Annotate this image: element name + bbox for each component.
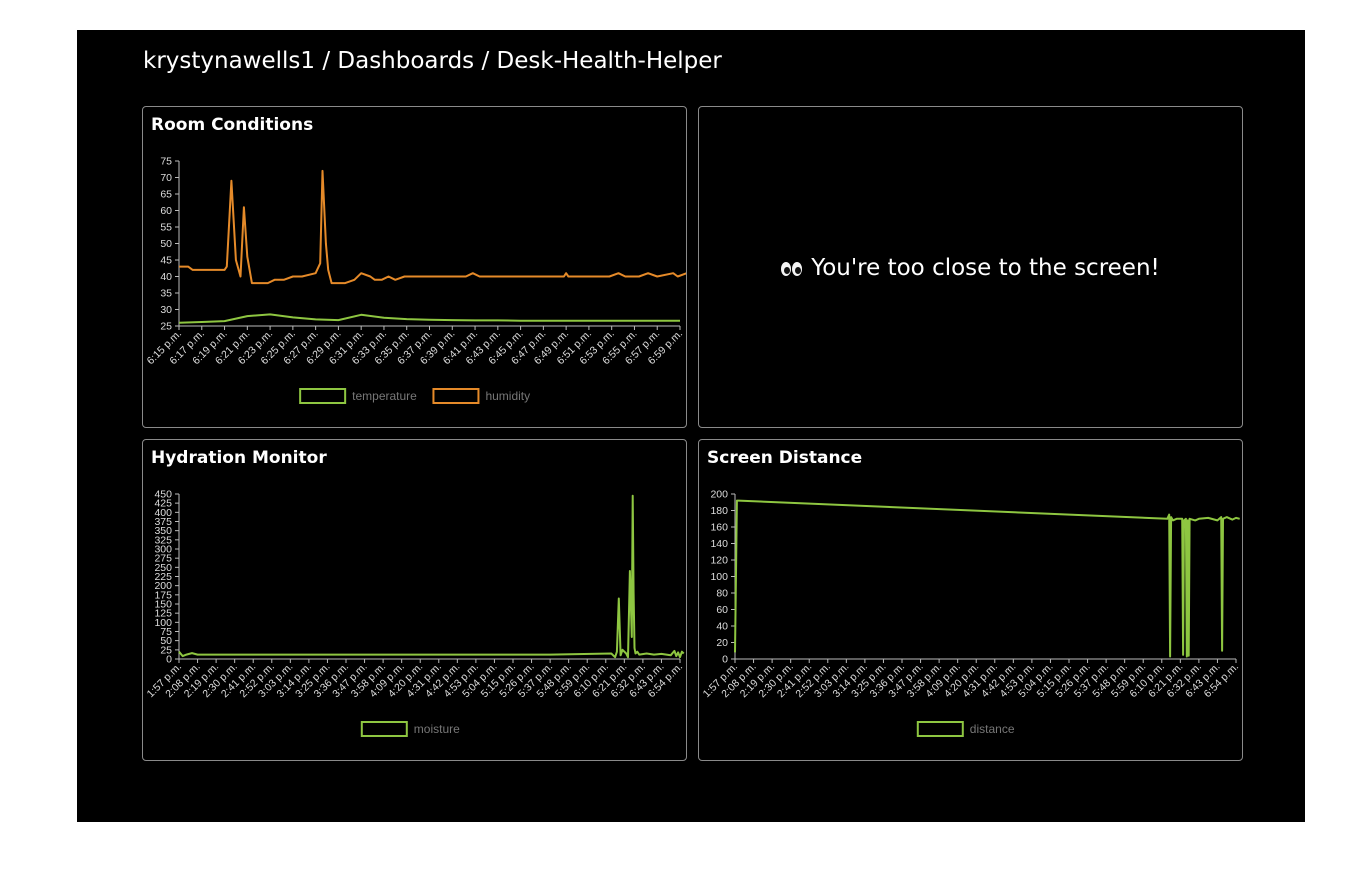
legend-label: humidity <box>485 389 530 403</box>
eyes-emoji-icon <box>781 255 803 281</box>
y-tick-label: 80 <box>716 588 728 600</box>
chart-axes: 0204060801001201401601802001:57 p.m.2:08… <box>701 489 1241 701</box>
screen-distance-notice: You're too close to the screen! <box>699 255 1242 281</box>
legend-swatch <box>916 721 964 737</box>
breadcrumb[interactable]: krystynawells1 / Dashboards / Desk-Healt… <box>143 48 722 74</box>
hydration-monitor-panel: 0 25 50 75 100 125 150 175 200 225 250 275 300 325 350… <box>142 439 687 761</box>
y-tick-label: 35 <box>160 288 172 300</box>
y-tick-label: 140 <box>710 538 728 550</box>
humidity-series-line <box>179 169 686 285</box>
screen-distance-panel: 0 20 40 60 80 100 120 140 160 180 200 1:57 p.m. 2:08… <box>698 439 1243 761</box>
panel-title: Room Conditions <box>151 115 314 135</box>
y-tick-label: 450 <box>154 489 172 501</box>
chart-axes: 0255075100125150175200225250275300325350… <box>145 489 685 701</box>
y-tick-label: 200 <box>710 489 728 501</box>
y-tick-label: 70 <box>160 172 172 184</box>
legend-label: distance <box>970 722 1015 736</box>
y-tick-label: 50 <box>160 238 172 250</box>
y-tick-label: 60 <box>716 604 728 616</box>
y-tick-label: 55 <box>160 222 172 234</box>
chart-legend: moisture <box>360 721 460 737</box>
moisture-series-line <box>178 494 685 659</box>
y-tick-label: 120 <box>710 555 728 567</box>
notice-text: You're too close to the screen! <box>811 255 1160 281</box>
y-tick-label: 40 <box>160 271 172 283</box>
notice-panel: You're too close to the screen! <box>698 106 1243 428</box>
legend-swatch <box>299 388 347 404</box>
legend-swatch <box>432 388 480 404</box>
y-tick-label: 160 <box>710 522 728 534</box>
legend-label: moisture <box>414 722 460 736</box>
y-tick-label: 20 <box>716 637 728 649</box>
temperature-series-line <box>178 313 680 324</box>
distance-series-line <box>734 499 1240 658</box>
panel-title: Screen Distance <box>707 448 863 468</box>
chart-axes: 25303540455055606570756:15 p.m.6:17 p.m.… <box>145 156 685 368</box>
screen-distance-chart: 0204060801001201401601802001:57 p.m.2:08… <box>701 489 1241 737</box>
y-tick-label: 60 <box>160 205 172 217</box>
legend-item-temperature[interactable]: temperature <box>299 388 417 404</box>
panel-title: Hydration Monitor <box>151 448 327 468</box>
y-tick-label: 65 <box>160 189 172 201</box>
legend-item-moisture[interactable]: moisture <box>360 721 460 737</box>
chart-legend: distance <box>916 721 1015 737</box>
dashboard: krystynawells1 / Dashboards / Desk-Healt… <box>77 30 1305 822</box>
y-tick-label: 180 <box>710 505 728 517</box>
legend-swatch <box>360 721 408 737</box>
chart-legend: temperature humidity <box>299 388 530 404</box>
y-tick-label: 75 <box>160 156 172 168</box>
hydration-monitor-chart: 0255075100125150175200225250275300325350… <box>145 489 685 737</box>
legend-item-distance[interactable]: distance <box>916 721 1015 737</box>
y-tick-label: 40 <box>716 621 728 633</box>
room-conditions-chart: 25303540455055606570756:15 p.m.6:17 p.m.… <box>145 156 686 404</box>
y-tick-label: 45 <box>160 255 172 267</box>
legend-label: temperature <box>352 389 417 403</box>
y-tick-label: 100 <box>710 571 728 583</box>
y-tick-label: 25 <box>160 321 172 333</box>
room-conditions-panel: 25 30 35 40 45 50 55 60 65 70 75 6:15 p.m. 6:17 p.m.… <box>142 106 687 428</box>
legend-item-humidity[interactable]: humidity <box>432 388 530 404</box>
y-tick-label: 30 <box>160 304 172 316</box>
